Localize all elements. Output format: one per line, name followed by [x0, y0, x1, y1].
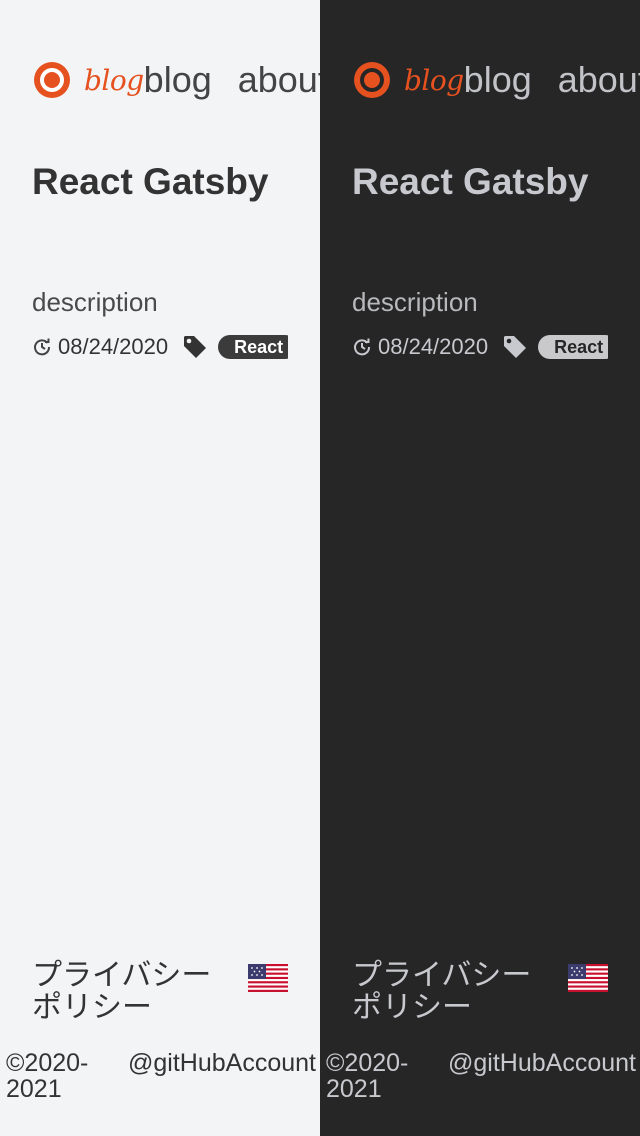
copyright-row: ©2020-2021 @gitHubAccount	[326, 1050, 636, 1102]
site-header: blog blog about	[352, 58, 640, 102]
tag-chip[interactable]: React	[218, 335, 288, 359]
post-date: 08/24/2020	[58, 334, 169, 359]
us-flag-icon[interactable]	[568, 964, 608, 992]
clock-icon	[34, 338, 51, 356]
logo-icon	[354, 62, 390, 98]
post-description: description	[352, 287, 478, 317]
nav-about-link[interactable]: about	[558, 58, 640, 102]
logo-link[interactable]: blog	[352, 60, 464, 100]
logo-link[interactable]: blog	[32, 60, 144, 100]
copyright-text: ©2020-2021	[326, 1049, 409, 1103]
post-description: description	[32, 287, 158, 317]
post-meta: 08/24/2020 React	[352, 330, 608, 364]
privacy-policy-link[interactable]: プライバシーポリシー	[352, 960, 552, 1024]
tag-chip[interactable]: React	[538, 335, 608, 359]
nav-blog-link[interactable]: blog	[464, 58, 532, 102]
post-title[interactable]: React Gatsby	[352, 154, 612, 210]
logo-icon	[34, 62, 70, 98]
footer-links: プライバシーポリシー	[352, 960, 612, 1024]
tag-icon	[184, 336, 207, 358]
site-header: blog blog about	[32, 58, 320, 102]
github-account-link[interactable]: @gitHubAccount	[448, 1050, 636, 1102]
tag-icon	[504, 336, 527, 358]
logo-text: blog	[404, 63, 464, 97]
clock-icon	[354, 338, 371, 356]
logo-text: blog	[84, 63, 144, 97]
post-title[interactable]: React Gatsby	[32, 154, 292, 210]
nav-blog-link[interactable]: blog	[144, 58, 212, 102]
dark-theme-pane: blog blog about React Gatsby description…	[320, 0, 640, 1136]
github-account-link[interactable]: @gitHubAccount	[128, 1050, 316, 1102]
post-meta: 08/24/2020 React	[32, 330, 288, 364]
copyright-row: ©2020-2021 @gitHubAccount	[6, 1050, 316, 1102]
us-flag-icon[interactable]	[248, 964, 288, 992]
footer-links: プライバシーポリシー	[32, 960, 292, 1024]
light-theme-pane: blog blog about React Gatsby description…	[0, 0, 320, 1136]
privacy-policy-link[interactable]: プライバシーポリシー	[32, 960, 232, 1024]
post-date: 08/24/2020	[378, 334, 489, 359]
nav-about-link[interactable]: about	[238, 58, 320, 102]
copyright-text: ©2020-2021	[6, 1049, 89, 1103]
